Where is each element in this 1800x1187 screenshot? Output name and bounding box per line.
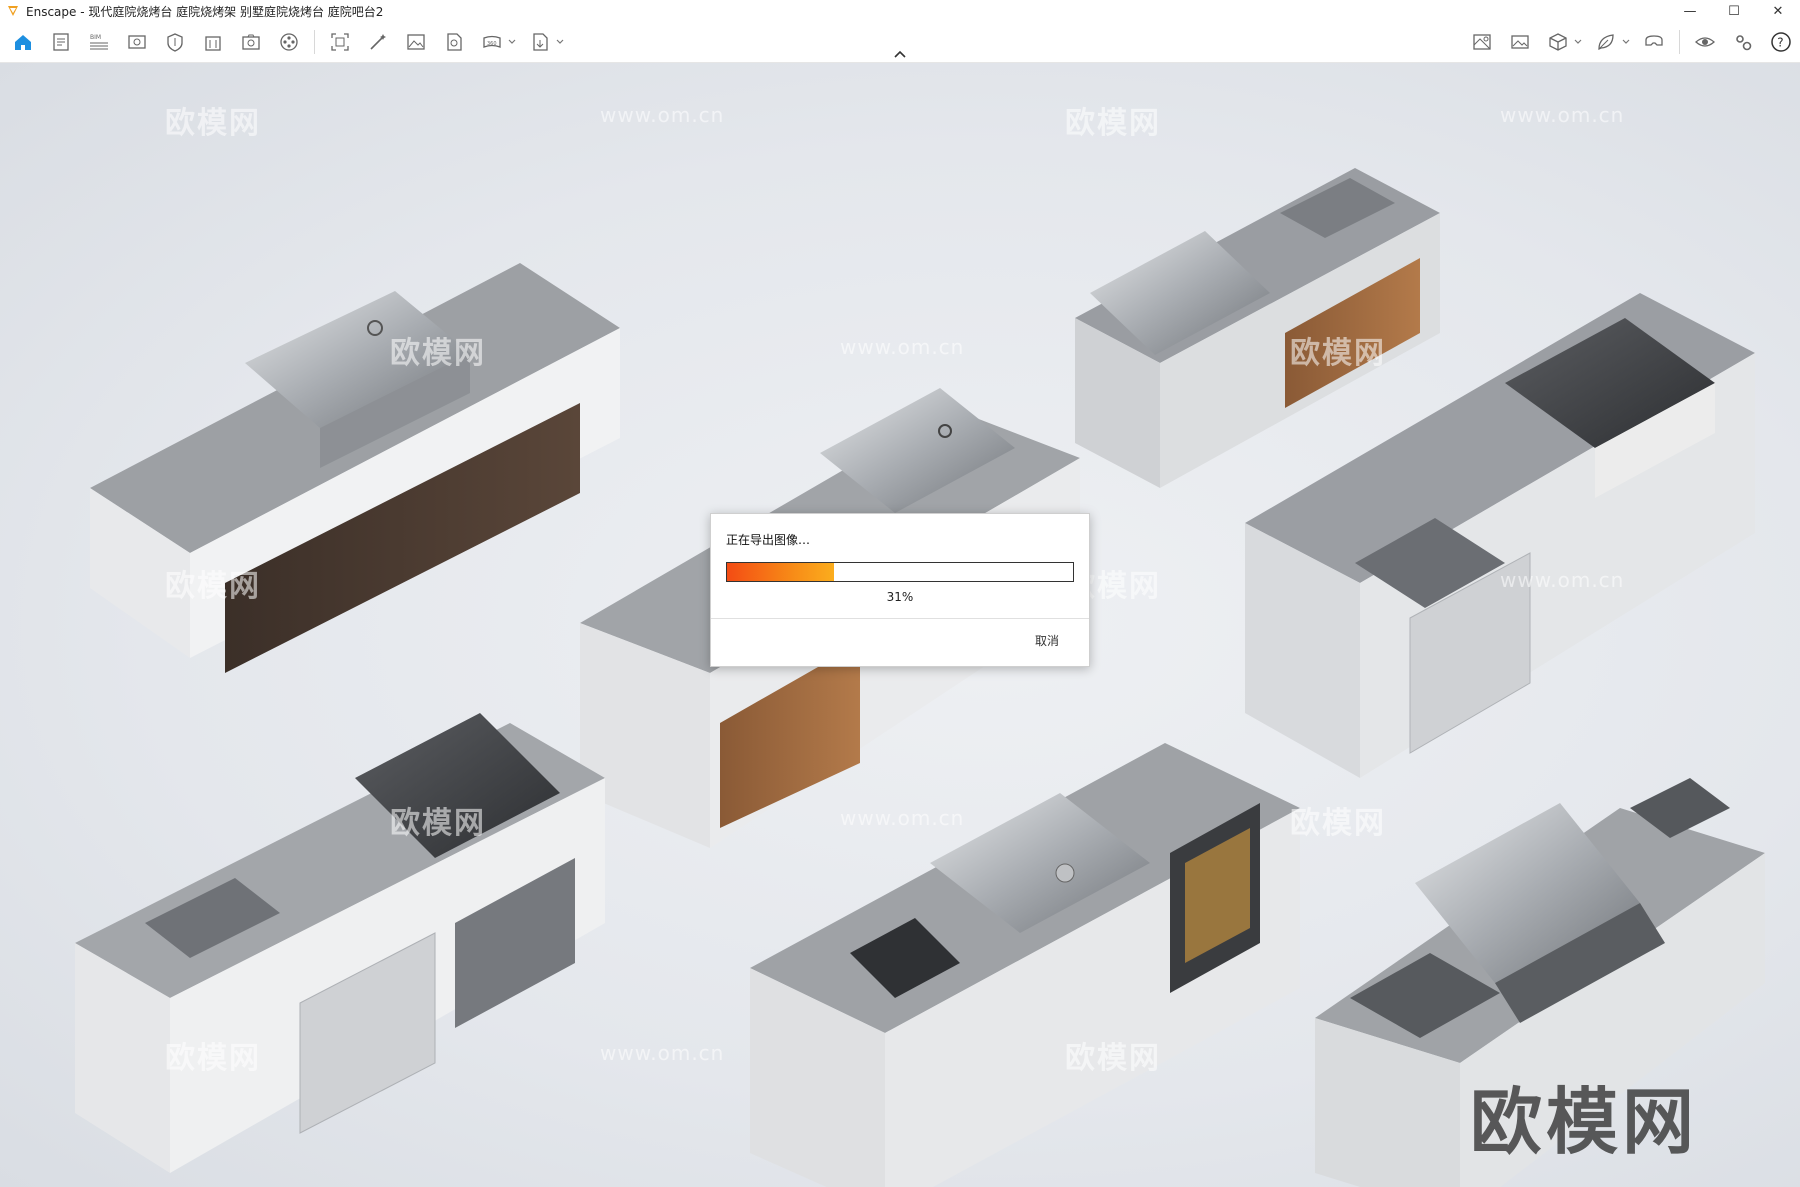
progress-percent: 31% — [886, 590, 914, 604]
vr-headset-icon — [1645, 35, 1663, 46]
export-icon — [533, 33, 548, 51]
add-camera-icon — [242, 34, 260, 50]
export-button[interactable] — [526, 28, 554, 56]
building-icon — [205, 36, 221, 51]
watermark-text: 欧模网 — [1290, 806, 1386, 841]
magic-wand-button[interactable] — [364, 28, 392, 56]
watermark-text: 欧模网 — [165, 569, 261, 604]
watermark-text: 欧模网 — [165, 1041, 261, 1076]
export-progress-dialog: 正在导出图像… 31% 取消 — [710, 513, 1090, 667]
kitchen-island-6 — [750, 743, 1300, 1187]
close-button[interactable]: ✕ — [1756, 0, 1800, 22]
document-button[interactable] — [47, 28, 75, 56]
chevron-down-icon[interactable] — [1621, 37, 1631, 47]
settings-icon — [1736, 35, 1752, 51]
watermark-url: www.om.cn — [1500, 568, 1625, 592]
watermark-url: www.om.cn — [600, 103, 725, 127]
visual-settings-button[interactable] — [1691, 28, 1719, 56]
image-icon — [407, 34, 425, 50]
add-view-button[interactable] — [237, 28, 265, 56]
material-editor-button[interactable] — [1592, 28, 1620, 56]
watermark-url: www.om.cn — [1500, 103, 1625, 127]
progress-bar-fill — [727, 563, 835, 581]
watermark-url: www.om.cn — [840, 335, 965, 359]
maximize-button[interactable]: ☐ — [1712, 0, 1756, 22]
chevron-down-icon[interactable] — [1573, 37, 1583, 47]
chevron-down-icon[interactable] — [555, 37, 565, 47]
watermark-text: 欧模网 — [1065, 1041, 1161, 1076]
svg-text:?: ? — [1777, 36, 1783, 50]
svg-text:BIM: BIM — [90, 34, 101, 41]
map-icon — [1473, 34, 1491, 50]
gallery-icon — [1511, 35, 1529, 49]
toolbar-separator — [1679, 30, 1680, 54]
batch-render-icon — [447, 33, 462, 51]
cube-icon — [1549, 33, 1567, 51]
cancel-button[interactable]: 取消 — [1035, 632, 1059, 649]
batch-render-button[interactable] — [440, 28, 468, 56]
watermark-url: www.om.cn — [840, 806, 965, 830]
views-button[interactable] — [123, 28, 151, 56]
chevron-down-icon[interactable] — [507, 37, 517, 47]
watermark-url: www.om.cn — [600, 1041, 725, 1065]
map-button[interactable] — [1468, 28, 1496, 56]
help-icon: ? — [1771, 32, 1791, 52]
progress-bar — [726, 562, 1074, 582]
settings-button[interactable] — [1729, 28, 1757, 56]
title-bar: Enscape - 现代庭院烧烤台 庭院烧烤架 别墅庭院烧烤台 庭院吧台2 — … — [0, 0, 1800, 22]
svg-text:360: 360 — [487, 41, 497, 47]
panorama-icon: 360 — [483, 35, 501, 48]
collapse-toolbar-chevron-icon[interactable] — [892, 48, 908, 60]
screenshot-icon — [331, 33, 349, 51]
eye-icon — [1695, 37, 1715, 47]
watermark-text: 欧模网 — [165, 106, 261, 141]
kitchen-island-1 — [90, 263, 620, 673]
dialog-divider — [711, 618, 1089, 619]
watermark-text: 欧模网 — [390, 806, 486, 841]
gallery-button[interactable] — [1506, 28, 1534, 56]
shield-icon — [167, 33, 183, 52]
dialog-title: 正在导出图像… — [726, 533, 811, 547]
enscape-logo-icon — [8, 6, 18, 16]
film-reel-icon — [280, 33, 298, 51]
window-title: Enscape - 现代庭院烧烤台 庭院烧烤架 别墅庭院烧烤台 庭院吧台2 — [26, 4, 384, 19]
bim-icon: BIM — [90, 34, 108, 50]
home-icon — [15, 35, 31, 50]
video-editor-button[interactable] — [275, 28, 303, 56]
toolbar-right-group: ? — [1463, 22, 1800, 62]
watermark-text: 欧模网 — [1290, 336, 1386, 371]
view-icon — [128, 35, 146, 49]
toolbar-left-group: BIM 360 — [4, 22, 569, 62]
render-image-button[interactable] — [402, 28, 430, 56]
watermark-text: 欧模网 — [1065, 106, 1161, 141]
leaf-icon — [1598, 34, 1614, 51]
panorama-button[interactable]: 360 — [478, 28, 506, 56]
building-button[interactable] — [199, 28, 227, 56]
minimize-button[interactable]: — — [1668, 0, 1712, 22]
screenshot-button[interactable] — [326, 28, 354, 56]
bim-button[interactable]: BIM — [85, 28, 113, 56]
toolbar-separator — [314, 30, 315, 54]
help-button[interactable]: ? — [1767, 28, 1795, 56]
magic-wand-icon — [370, 34, 386, 50]
vr-headset-button[interactable] — [1640, 28, 1668, 56]
watermark-text: 欧模网 — [390, 336, 486, 371]
brand-watermark: 欧模网 — [1470, 1079, 1699, 1164]
safe-frame-button[interactable] — [161, 28, 189, 56]
kitchen-island-5 — [75, 713, 605, 1173]
home-button[interactable] — [9, 28, 37, 56]
document-icon — [53, 33, 69, 51]
asset-library-button[interactable] — [1544, 28, 1572, 56]
